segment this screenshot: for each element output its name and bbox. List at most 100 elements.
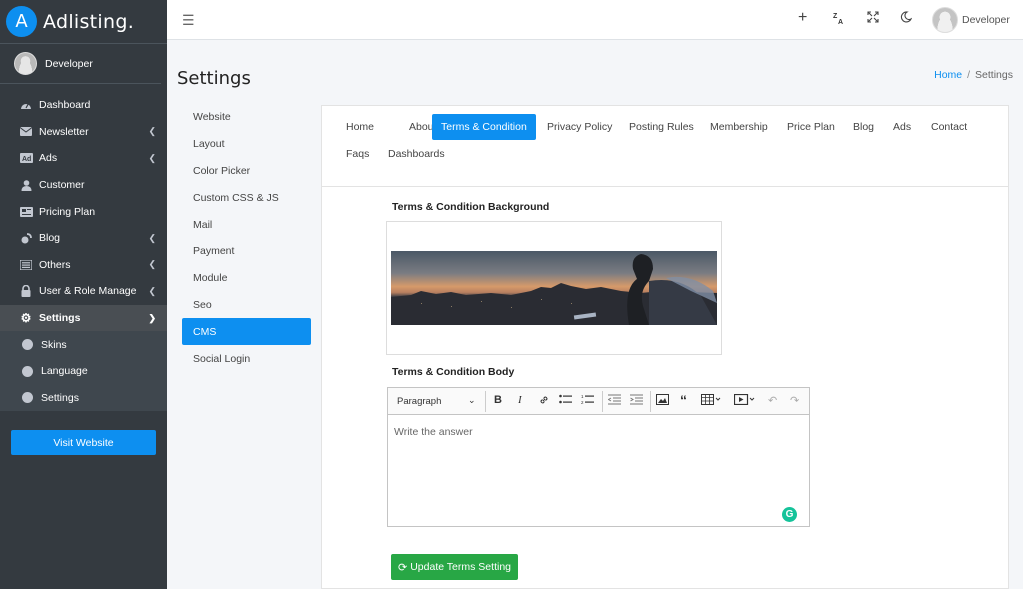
visit-website-button[interactable]: Visit Website [11, 430, 156, 455]
link-icon[interactable] [538, 394, 550, 409]
circle-icon [22, 392, 33, 404]
sidebar-item-label: Dashboard [39, 99, 91, 112]
translate-icon[interactable]: ZA [832, 11, 846, 28]
sidebar-user-name: Developer [45, 57, 93, 70]
grammarly-icon[interactable]: G [782, 507, 797, 522]
chevron-left-icon: ❮ [148, 152, 156, 163]
indent-icon[interactable] [630, 394, 643, 408]
gear-icon: ⚙ [20, 311, 32, 326]
hamburger-menu-icon[interactable]: ☰ [182, 12, 195, 29]
editor-placeholder[interactable]: Write the answer [394, 426, 473, 438]
toolbar-separator [602, 391, 603, 412]
undo-icon[interactable]: ↶ [768, 394, 777, 407]
format-select[interactable]: Paragraph [397, 396, 441, 407]
tab-terms-condition[interactable]: Terms & Condition [432, 114, 536, 140]
tab-home[interactable]: Home [337, 114, 383, 140]
user-panel[interactable]: Developer [0, 44, 161, 84]
numbered-list-icon[interactable]: 12 [581, 394, 594, 408]
sidebar-item-dashboard[interactable]: Dashboard [0, 92, 167, 119]
cms-card: Home About Terms & Condition Privacy Pol… [321, 105, 1009, 589]
outdent-icon[interactable] [607, 394, 621, 408]
chevron-left-icon: ❮ [148, 259, 156, 270]
tab-price-plan[interactable]: Price Plan [778, 114, 844, 140]
sidebar-item-ads[interactable]: Ad Ads ❮ [0, 145, 167, 172]
settings-menu-layout[interactable]: Layout [182, 131, 311, 158]
bulleted-list-icon[interactable] [559, 394, 572, 408]
user-avatar[interactable] [932, 7, 958, 33]
submenu-item-language[interactable]: Language [0, 358, 167, 385]
sidebar-item-label: User & Role Manage [39, 285, 137, 298]
tab-ads[interactable]: Ads [884, 114, 920, 140]
update-terms-button[interactable]: ⟳ Update Terms Setting [391, 554, 518, 580]
svg-text:Ad: Ad [22, 156, 31, 163]
blog-icon [19, 232, 33, 244]
topbar: ☰ + ZA Developer [167, 0, 1023, 40]
sidebar-item-label: Others [39, 258, 71, 271]
sidebar-item-customer[interactable]: Customer [0, 172, 167, 199]
moon-icon[interactable] [900, 11, 913, 26]
settings-menu-website[interactable]: Website [182, 104, 311, 131]
circle-icon [22, 365, 33, 377]
background-image-upload[interactable] [386, 221, 722, 355]
sidebar-item-label: Settings [39, 312, 81, 325]
settings-menu-cms[interactable]: CMS [182, 318, 311, 346]
brand[interactable]: A Adlisting. [0, 0, 167, 44]
redo-icon[interactable]: ↷ [790, 394, 799, 407]
submenu-item-label: Settings [41, 391, 79, 404]
plus-icon[interactable]: + [798, 9, 807, 27]
settings-menu-seo[interactable]: Seo [182, 292, 311, 319]
settings-menu-color-picker[interactable]: Color Picker [182, 158, 311, 185]
chevron-left-icon: ❮ [148, 126, 156, 137]
update-terms-button-label: Update Terms Setting [410, 561, 511, 573]
sidebar-item-label: Customer [39, 179, 85, 192]
media-icon[interactable] [733, 393, 756, 408]
svg-text:2: 2 [581, 400, 584, 405]
table-icon[interactable] [701, 394, 721, 408]
toolbar-separator [485, 391, 486, 412]
image-icon[interactable] [656, 394, 669, 408]
tab-privacy-policy[interactable]: Privacy Policy [538, 114, 621, 140]
tab-contact[interactable]: Contact [922, 114, 976, 140]
divider [322, 186, 1008, 187]
tab-membership[interactable]: Membership [701, 114, 777, 140]
breadcrumb-home-link[interactable]: Home [934, 69, 962, 81]
sidebar-item-label: Newsletter [39, 125, 89, 138]
sidebar-item-pricing-plan[interactable]: Pricing Plan [0, 198, 167, 225]
italic-icon[interactable]: I [518, 394, 522, 406]
chevron-down-icon: ❯ [148, 312, 156, 323]
sidebar-item-blog[interactable]: Blog ❮ [0, 225, 167, 252]
tab-blog[interactable]: Blog [844, 114, 883, 140]
tab-posting-rules[interactable]: Posting Rules [620, 114, 703, 140]
sidebar-item-label: Blog [39, 232, 61, 245]
bold-icon[interactable]: B [494, 394, 502, 406]
tab-dashboards[interactable]: Dashboards [379, 141, 454, 167]
settings-menu-module[interactable]: Module [182, 265, 311, 292]
sidebar-item-user-role-manage[interactable]: User & Role Manage ❮ [0, 278, 167, 305]
topbar-user-name[interactable]: Developer [962, 14, 1010, 26]
envelope-icon [19, 126, 33, 138]
settings-submenu: Skins Language Settings [0, 331, 167, 412]
settings-menu-social-login[interactable]: Social Login [182, 345, 311, 372]
fullscreen-icon[interactable] [867, 11, 879, 26]
background-image [391, 251, 717, 325]
submenu-item-settings[interactable]: Settings [0, 385, 167, 412]
settings-menu-mail[interactable]: Mail [182, 211, 311, 238]
avatar [14, 52, 37, 75]
sidebar-item-settings[interactable]: ⚙ Settings ❯ [0, 304, 167, 332]
submenu-item-skins[interactable]: Skins [0, 331, 167, 358]
editor-toolbar: Paragraph ⌄ B I 12 “ ↶ ↷ [388, 388, 809, 415]
sidebar-item-label: Ads [39, 152, 58, 165]
settings-menu-payment[interactable]: Payment [182, 238, 311, 265]
sidebar-item-others[interactable]: Others ❮ [0, 252, 167, 279]
chevron-down-icon[interactable]: ⌄ [468, 395, 476, 406]
settings-menu-custom-css-js[interactable]: Custom CSS & JS [182, 184, 311, 211]
sidebar-item-newsletter[interactable]: Newsletter ❮ [0, 119, 167, 146]
toolbar-separator [650, 391, 651, 412]
submenu-item-label: Language [41, 365, 88, 378]
tab-faqs[interactable]: Faqs [337, 141, 378, 167]
breadcrumb: Home / Settings [934, 69, 1013, 81]
chevron-left-icon: ❮ [148, 232, 156, 243]
blockquote-icon[interactable]: “ [680, 392, 687, 408]
body-label: Terms & Condition Body [392, 366, 515, 378]
svg-text:A: A [838, 19, 843, 25]
